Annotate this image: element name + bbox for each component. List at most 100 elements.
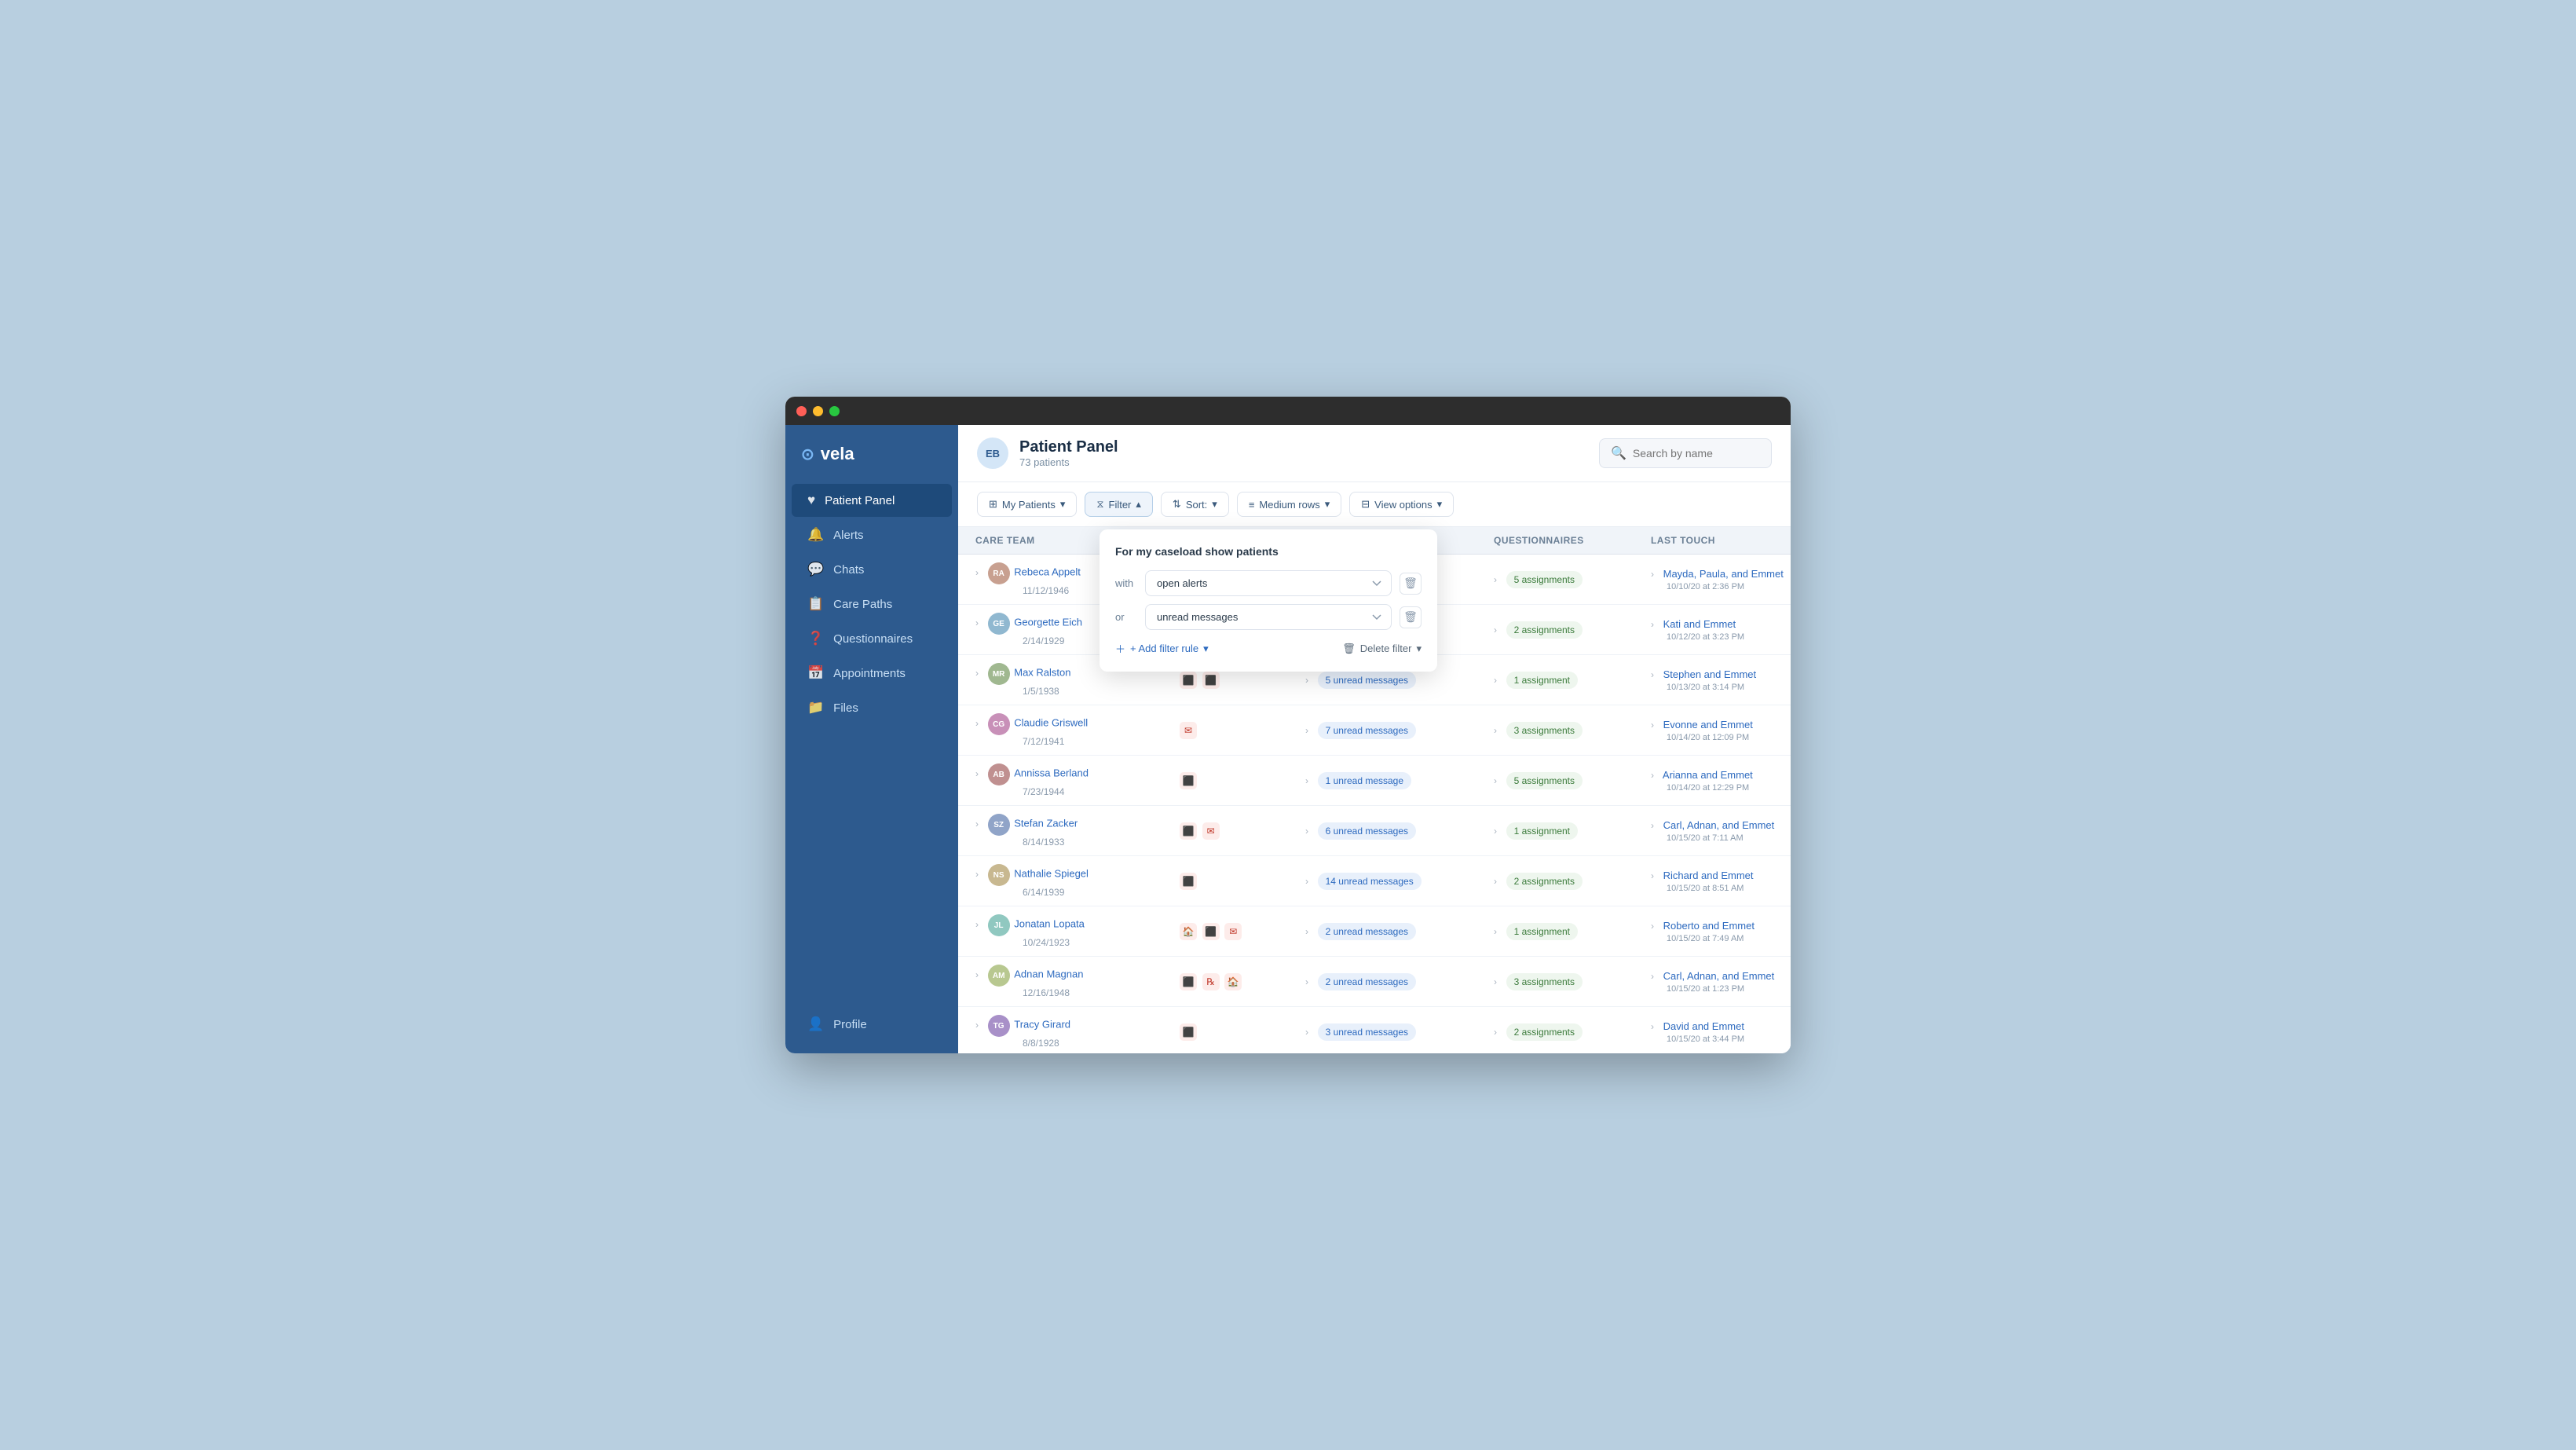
sidebar: ⊙ vela ♥ Patient Panel 🔔 Alerts 💬 Chats …	[785, 425, 958, 1053]
add-filter-rule-button[interactable]: ＋ + Add filter rule ▾	[1115, 641, 1209, 656]
filter-rule-1-select[interactable]: open alerts unread messages completed ta…	[1145, 570, 1392, 596]
mail-icon: ✉	[1202, 822, 1220, 840]
search-input[interactable]	[1633, 447, 1760, 460]
logo-icon: ⊙	[801, 445, 814, 464]
sidebar-item-appointments[interactable]: 📅 Appointments	[792, 657, 952, 690]
sidebar-item-alerts[interactable]: 🔔 Alerts	[792, 518, 952, 551]
avatar: MR	[988, 663, 1010, 685]
table-row[interactable]: › TG Tracy Girard 8/8/1928 ⬛ › 3 unread …	[958, 1007, 1791, 1053]
heart-icon: ♥	[807, 492, 815, 508]
mail-icon: ✉	[1224, 923, 1242, 940]
form-icon: ⬛	[1180, 1023, 1197, 1041]
patient-count: 73 patients	[1019, 456, 1118, 468]
search-icon: 🔍	[1611, 445, 1626, 461]
home-icon: 🏠	[1224, 973, 1242, 990]
sidebar-item-files[interactable]: 📁 Files	[792, 691, 952, 724]
row-expand-icon[interactable]: ›	[975, 567, 979, 578]
rows-icon: ≡	[1249, 499, 1255, 511]
form-icon: ⬛	[1180, 873, 1197, 890]
filter-row-2: or unread messages open alerts completed…	[1115, 604, 1422, 630]
my-patients-button[interactable]: ⊞ My Patients ▾	[977, 492, 1077, 517]
chevron-down-icon-rows: ▾	[1325, 498, 1330, 511]
questionnaires-icon: ❓	[807, 631, 824, 646]
row-expand-icon[interactable]: ›	[975, 768, 979, 779]
row-expand-icon[interactable]: ›	[975, 718, 979, 729]
table-row[interactable]: › AB Annissa Berland 7/23/1944 ⬛ › 1 unr…	[958, 756, 1791, 806]
th-questionnaires: Questionnaires	[1483, 527, 1640, 554]
th-last-touch: Last Touch	[1640, 527, 1791, 554]
appointments-icon: 📅	[807, 665, 824, 681]
table-row[interactable]: › AM Adnan Magnan 12/16/1948 ⬛ ℞ 🏠 › 2 u…	[958, 957, 1791, 1007]
last-touch-cell: › Mayda, Paula, and Emmet 10/10/20 at 2:…	[1640, 560, 1791, 599]
view-icon: ⊟	[1361, 498, 1370, 511]
sidebar-item-questionnaires[interactable]: ❓ Questionnaires	[792, 622, 952, 655]
battery-icon: ⬛	[1180, 973, 1197, 990]
form-icon: ⬛	[1180, 822, 1197, 840]
view-options-button[interactable]: ⊟ View options ▾	[1349, 492, 1454, 517]
row-expand-icon[interactable]: ›	[975, 919, 979, 930]
chevron-down-icon-sort: ▾	[1212, 498, 1217, 511]
mail-icon: ✉	[1180, 722, 1197, 739]
row-expand-icon[interactable]: ›	[975, 869, 979, 880]
user-avatar: EB	[977, 438, 1008, 469]
bell-icon: 🔔	[807, 527, 824, 543]
search-box[interactable]: 🔍	[1599, 438, 1772, 468]
toolbar: ⊞ My Patients ▾ ⧖ Filter ▴ ⇅ Sort: ▾	[958, 482, 1791, 527]
delete-filter-button[interactable]: 🗑 Delete filter ▾	[1342, 641, 1422, 656]
filter-icon: ⧖	[1096, 498, 1103, 511]
table-row[interactable]: › CG Claudie Griswell 7/12/1941 ✉ › 7 un…	[958, 705, 1791, 756]
trash-icon: 🗑	[1342, 643, 1356, 655]
filter-or-label: or	[1115, 611, 1137, 623]
sidebar-item-care-paths[interactable]: 📋 Care Paths	[792, 588, 952, 621]
main-content: EB Patient Panel 73 patients 🔍 ⊞ My Pat	[958, 425, 1791, 1053]
form-icon: ⬛	[1202, 672, 1220, 689]
avatar: SZ	[988, 814, 1010, 836]
chevron-up-icon: ▴	[1136, 498, 1141, 511]
row-expand-icon[interactable]: ›	[975, 969, 979, 980]
maximize-dot[interactable]	[829, 406, 840, 416]
logo: ⊙ vela	[785, 438, 958, 483]
sidebar-item-chats[interactable]: 💬 Chats	[792, 553, 952, 586]
home-icon: 🏠	[1180, 923, 1197, 940]
filter-rule-2-delete[interactable]: 🗑	[1400, 606, 1422, 628]
row-expand-icon[interactable]: ›	[975, 617, 979, 628]
care-paths-icon: 📋	[807, 596, 824, 612]
avatar: CG	[988, 713, 1010, 735]
filter-row-1: with open alerts unread messages complet…	[1115, 570, 1422, 596]
chevron-down-icon-rule: ▾	[1203, 643, 1209, 655]
sort-button[interactable]: ⇅ Sort: ▾	[1161, 492, 1229, 517]
form-icon: ⬛	[1202, 923, 1220, 940]
row-expand-icon[interactable]: ›	[975, 668, 979, 679]
chevron-down-icon-view: ▾	[1437, 498, 1443, 511]
filter-with-label: with	[1115, 577, 1137, 589]
avatar: JL	[988, 914, 1010, 936]
sidebar-item-patient-panel[interactable]: ♥ Patient Panel	[792, 484, 952, 517]
page-title: Patient Panel	[1019, 438, 1118, 456]
avatar: GE	[988, 613, 1010, 635]
sidebar-item-profile[interactable]: 👤 Profile	[792, 1008, 952, 1041]
rows-button[interactable]: ≡ Medium rows ▾	[1237, 492, 1341, 517]
rx-icon: ℞	[1202, 973, 1220, 990]
filter-button[interactable]: ⧖ Filter ▴	[1085, 492, 1153, 517]
table-row[interactable]: › NS Nathalie Spiegel 6/14/1939 ⬛ › 14 u…	[958, 856, 1791, 906]
avatar: AB	[988, 763, 1010, 785]
table-row[interactable]: › SZ Stefan Zacker 8/14/1933 ⬛ ✉ › 6 unr…	[958, 806, 1791, 856]
avatar: TG	[988, 1015, 1010, 1037]
sort-icon: ⇅	[1173, 498, 1181, 511]
files-icon: 📁	[807, 700, 824, 716]
battery-icon: ⬛	[1180, 772, 1197, 789]
battery-icon: ⬛	[1180, 672, 1197, 689]
filter-footer: ＋ + Add filter rule ▾ 🗑 Delete filter ▾	[1115, 641, 1422, 656]
row-expand-icon[interactable]: ›	[975, 818, 979, 829]
table-row[interactable]: › JL Jonatan Lopata 10/24/1923 🏠 ⬛ ✉ › 2…	[958, 906, 1791, 957]
filter-rule-1-delete[interactable]: 🗑	[1400, 573, 1422, 595]
chat-icon: 💬	[807, 562, 824, 577]
close-dot[interactable]	[796, 406, 807, 416]
minimize-dot[interactable]	[813, 406, 823, 416]
filter-rule-2-select[interactable]: unread messages open alerts completed ta…	[1145, 604, 1392, 630]
filter-dropdown: For my caseload show patients with open …	[1100, 529, 1437, 672]
grid-icon: ⊞	[989, 498, 997, 511]
filter-title: For my caseload show patients	[1115, 545, 1422, 558]
row-expand-icon[interactable]: ›	[975, 1020, 979, 1031]
plus-icon: ＋	[1115, 641, 1125, 656]
